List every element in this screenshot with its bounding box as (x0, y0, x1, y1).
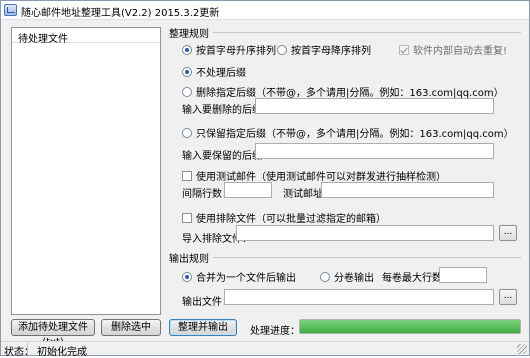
title-bar: 随心邮件地址整理工具(V2.2) 2015.3.2更新 (1, 1, 529, 20)
main-window: 随心邮件地址整理工具(V2.2) 2015.3.2更新 待处理文件 整理规则 按… (0, 0, 530, 358)
checkbox-icon (182, 213, 192, 223)
radio-selected-icon (182, 272, 192, 282)
progress-bar (299, 319, 521, 334)
rules-group-title: 整理规则 (169, 25, 213, 40)
output-group-title: 输出规则 (169, 250, 213, 265)
output-file-input[interactable] (224, 289, 494, 305)
radio-icon (182, 128, 192, 138)
app-icon (4, 4, 17, 16)
delete-suffix-radio[interactable]: 删除指定后缀（不带@，多个请用|分隔。例如：163.com|qq.com） (182, 84, 504, 99)
browse-output-button[interactable]: ... (499, 289, 517, 305)
checkbox-checked-icon (399, 45, 409, 55)
interval-input[interactable] (224, 182, 272, 198)
auto-dedupe-checkbox: 软件内部自动去重复! (399, 42, 507, 57)
keep-suffix-input[interactable] (255, 143, 494, 159)
pending-file-list[interactable]: 待处理文件 (11, 27, 161, 315)
radio-selected-icon (182, 45, 192, 55)
remove-selected-button[interactable]: 删除选中 (101, 319, 161, 336)
test-address-input[interactable] (321, 182, 494, 198)
list-header-label: 待处理文件 (18, 34, 68, 45)
window-title: 随心邮件地址整理工具(V2.2) 2015.3.2更新 (21, 8, 220, 19)
list-column-header[interactable]: 待处理文件 (12, 28, 160, 45)
checkbox-icon (182, 171, 192, 181)
output-group: 输出规则 (169, 250, 521, 265)
radio-selected-icon (182, 67, 192, 77)
delete-suffix-input[interactable] (255, 98, 494, 114)
exclude-file-checkbox[interactable]: 使用排除文件（可以批量过滤指定的邮箱） (182, 210, 386, 225)
test-mail-checkbox[interactable]: 使用测试邮件（使用测试邮件可以对群发进行抽样检测） (182, 168, 446, 183)
max-rows-input[interactable] (439, 267, 487, 283)
progress-fill (300, 320, 520, 333)
sort-desc-radio[interactable]: 按首字母降序排列 (277, 42, 371, 57)
progress-label: 处理进度： (250, 326, 300, 337)
radio-icon (182, 87, 192, 97)
radio-icon (277, 45, 287, 55)
resize-grip-icon[interactable] (517, 344, 527, 354)
rules-group: 整理规则 (169, 25, 521, 40)
process-output-button[interactable]: 整理并输出 (169, 319, 237, 336)
add-file-button[interactable]: 添加待处理文件(txt) (11, 319, 95, 348)
sort-asc-radio[interactable]: 按首字母升序排列 (182, 42, 276, 57)
import-exclude-input[interactable] (236, 225, 494, 241)
radio-icon (320, 272, 330, 282)
merge-output-radio[interactable]: 合并为一个文件后输出 (182, 269, 296, 284)
status-bar: 状态： 初始化完成 (1, 341, 529, 358)
status-divider (27, 343, 28, 355)
keep-suffix-radio[interactable]: 只保留指定后缀（不带@，多个请用|分隔。例如：163.com|qq.com） (182, 125, 514, 140)
split-output-radio[interactable]: 分卷输出 (320, 269, 374, 284)
browse-exclude-button[interactable]: ... (499, 225, 517, 241)
no-suffix-radio[interactable]: 不处理后缀 (182, 64, 246, 79)
